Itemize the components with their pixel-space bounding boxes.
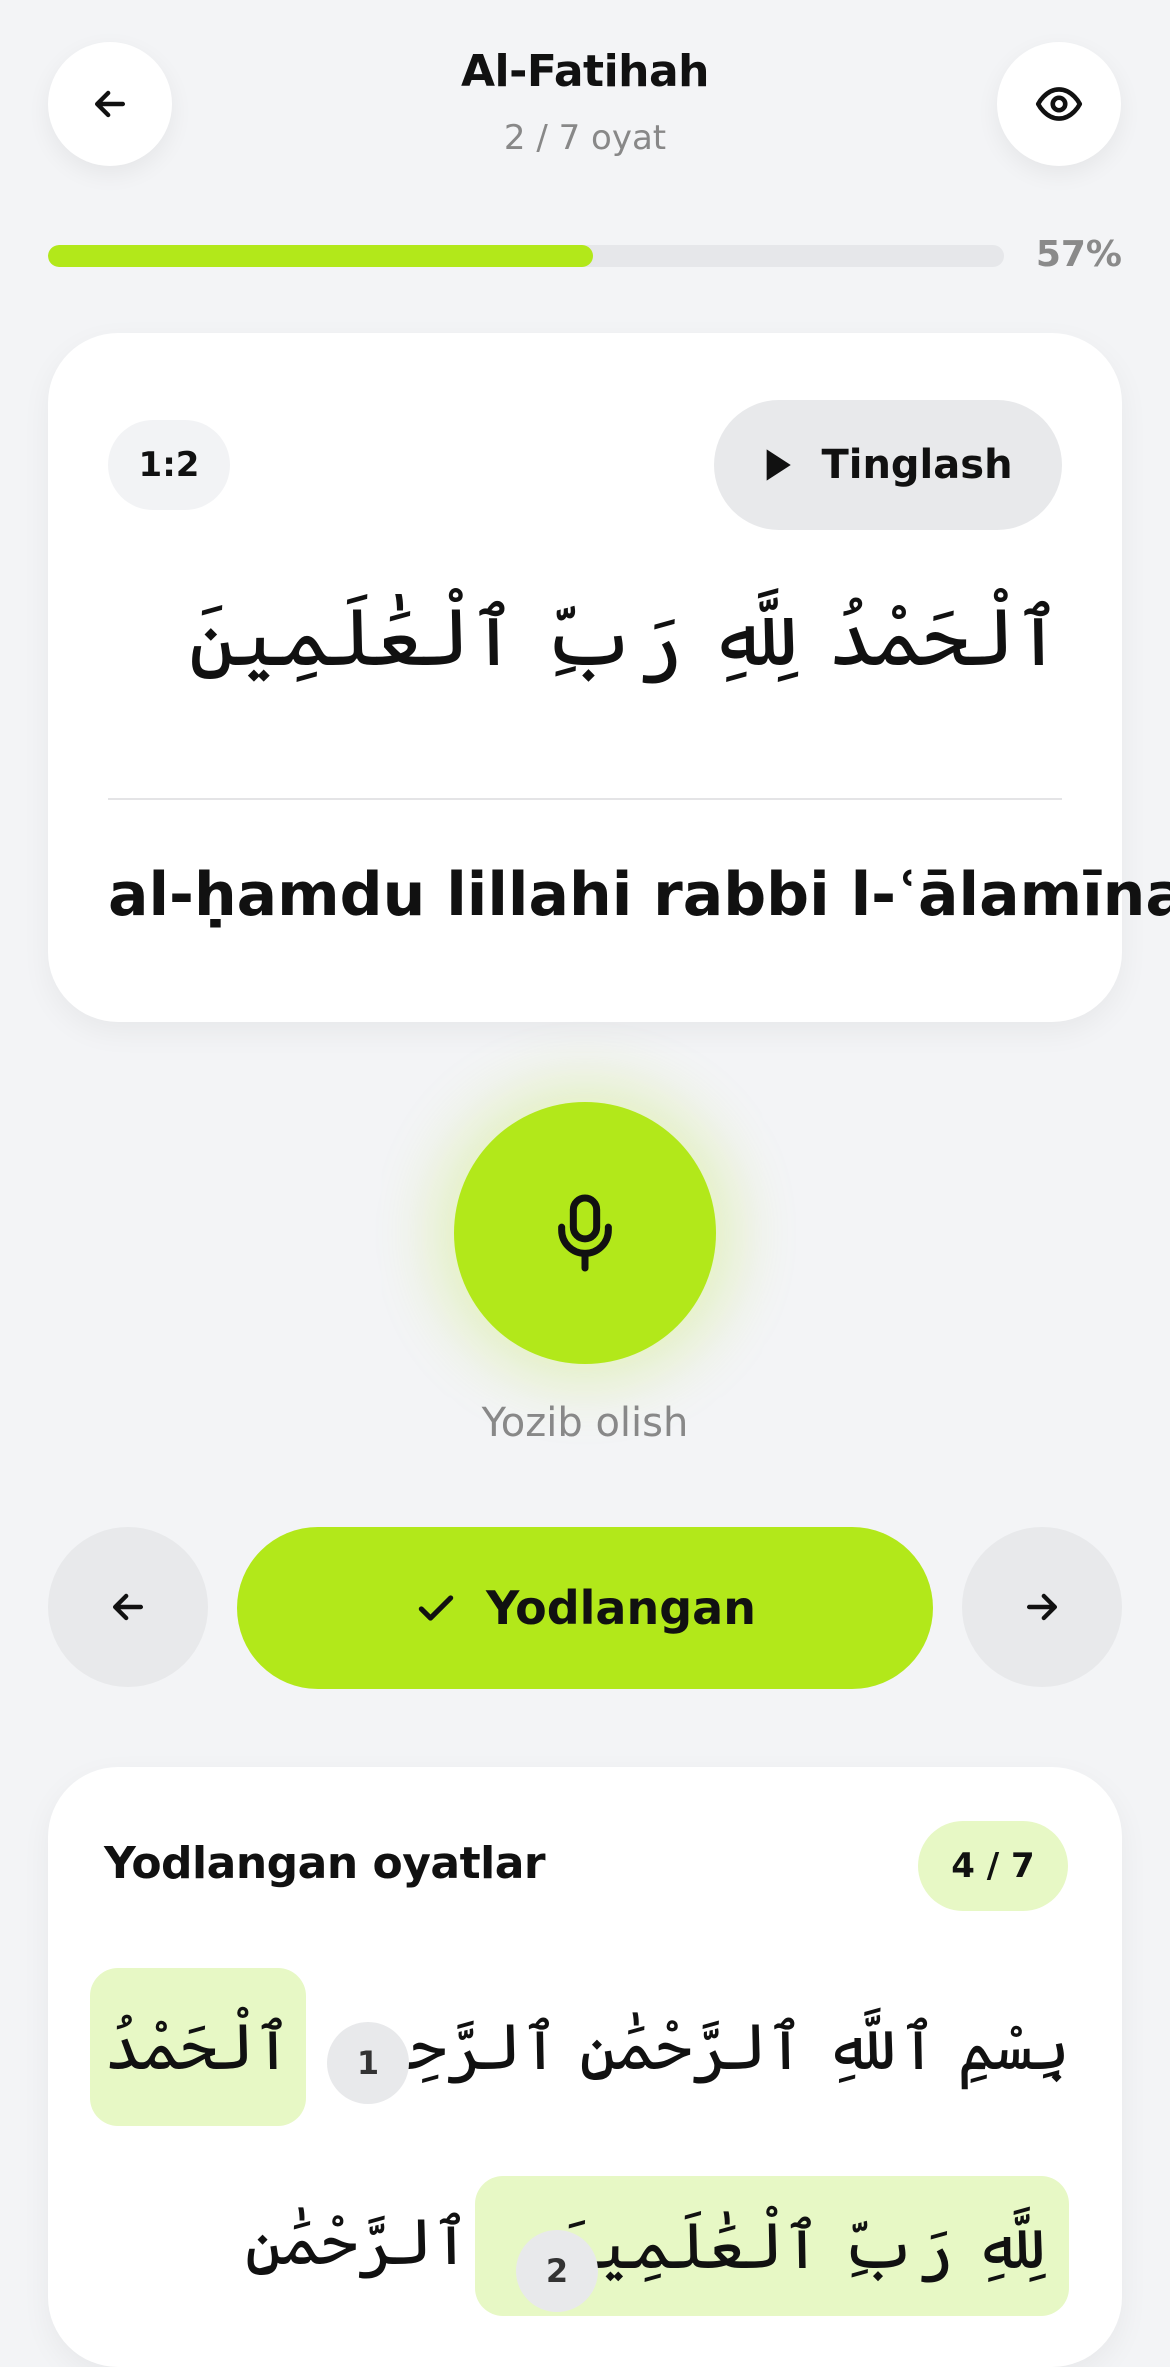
progress-bar xyxy=(48,245,1004,267)
memorized-count-badge: 4 / 7 xyxy=(918,1821,1068,1911)
previous-verse-button[interactable] xyxy=(48,1527,208,1687)
verse-number-badge: 2 xyxy=(516,2230,598,2312)
arrow-right-icon xyxy=(1026,1593,1058,1621)
check-icon xyxy=(418,1595,454,1621)
microphone-icon xyxy=(558,1194,612,1272)
verse-transliteration: al-ḥamdu lillahi rabbi l-ʿālamīna xyxy=(108,860,1170,930)
eye-icon xyxy=(1035,87,1083,121)
record-button[interactable] xyxy=(454,1102,716,1364)
memorized-label: Yodlangan xyxy=(486,1581,756,1635)
progress-label: 57% xyxy=(1035,234,1122,275)
toggle-visibility-button[interactable] xyxy=(997,42,1121,166)
arrow-left-icon xyxy=(112,1593,144,1621)
play-icon xyxy=(767,449,792,481)
verse-reference-badge: 1:2 xyxy=(108,420,230,510)
next-verse-button[interactable] xyxy=(962,1527,1122,1687)
memorized-list-title: Yodlangan oyatlar xyxy=(104,1838,546,1889)
memorized-verse-3[interactable]: ٱلرَّحْمَٰنِ xyxy=(245,2205,470,2280)
verse-counter: 2 / 7 oyat xyxy=(503,118,667,158)
memorized-verse-1[interactable]: بِسْمِ ٱللَّهِ ٱلرَّحْمَٰنِ ٱلرَّحِيمِ xyxy=(334,2010,1070,2085)
memorized-verse-2-text: لِلَّهِ رَبِّ ٱلْعَٰلَمِينَ xyxy=(558,2209,1049,2284)
verse-number-badge: 1 xyxy=(327,2022,409,2104)
verse-arabic-text: ٱلْحَمْدُ لِلَّهِ رَبِّ ٱلْعَٰلَمِينَ xyxy=(188,591,1062,684)
divider xyxy=(108,798,1062,800)
record-label: Yozib olish xyxy=(481,1400,689,1446)
mark-memorized-button[interactable]: Yodlangan xyxy=(237,1527,933,1689)
listen-label: Tinglash xyxy=(821,442,1013,488)
page-title: Al-Fatihah xyxy=(460,46,710,97)
listen-button[interactable]: Tinglash xyxy=(714,400,1062,530)
progress-fill xyxy=(48,245,593,267)
memorized-verse-2-start[interactable]: ٱلْحَمْدُ xyxy=(90,1968,306,2126)
